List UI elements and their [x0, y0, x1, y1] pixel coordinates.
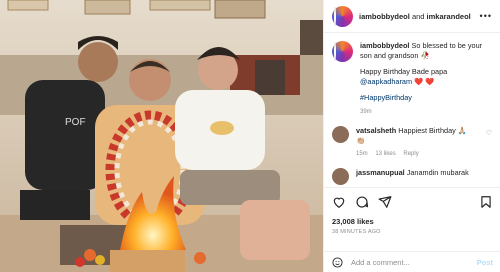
coauthor-link[interactable]: imkarandeol: [427, 12, 471, 21]
caption-hearts: ❤️ ❤️: [414, 77, 435, 86]
save-bookmark-icon[interactable]: [479, 195, 493, 209]
comment-body: vatsalsheth Happiest Birthday 🙏🏼 👏🏼 15m …: [356, 126, 484, 159]
authors-joiner: and: [411, 11, 425, 21]
comment-reply[interactable]: Reply: [403, 151, 418, 157]
comment-text: Happiest Birthday 🙏🏼: [398, 126, 467, 135]
comment-author[interactable]: vatsalsheth: [356, 126, 396, 135]
add-comment-input[interactable]: Add a comment...: [351, 258, 410, 267]
caption-body: iambobbydeol So blessed to be your son a…: [360, 41, 492, 117]
emoji-icon[interactable]: [332, 256, 343, 268]
caption-time[interactable]: 39m: [360, 109, 372, 115]
comments-section[interactable]: iambobbydeol So blessed to be your son a…: [324, 33, 500, 185]
comment-time[interactable]: 15m: [356, 151, 368, 157]
caption: iambobbydeol So blessed to be your son a…: [332, 41, 492, 117]
comment-like-heart-icon[interactable]: ♡: [486, 129, 492, 137]
post-header: iambobbydeol and imkarandeol •••: [324, 0, 500, 33]
comment-item: jassmanupual Janamdin mubarak: [332, 168, 492, 185]
author-avatar[interactable]: [332, 5, 353, 27]
more-options-icon[interactable]: •••: [480, 11, 492, 21]
likes-count[interactable]: 23,008 likes: [332, 217, 493, 226]
like-heart-icon[interactable]: [332, 195, 346, 209]
post-time[interactable]: 38 MINUTES AGO: [332, 229, 493, 235]
comment-text-emoji: 👏🏼: [356, 136, 366, 145]
comment-text: Janamdin mubarak: [406, 168, 469, 177]
comment-avatar[interactable]: [332, 168, 349, 185]
svg-text:POF: POF: [65, 117, 86, 128]
comment-avatar[interactable]: [332, 126, 349, 143]
caption-avatar[interactable]: [332, 41, 353, 62]
caption-hashtag[interactable]: #HappyBirthday: [360, 93, 492, 103]
comment-item: vatsalsheth Happiest Birthday 🙏🏼 👏🏼 15m …: [332, 126, 492, 159]
post-side-panel: iambobbydeol and imkarandeol ••• iambobb…: [323, 0, 500, 272]
comment-composer: Add a comment... Post: [324, 251, 500, 272]
caption-author[interactable]: iambobbydeol: [360, 41, 409, 50]
caption-mention[interactable]: @aapkadharam: [360, 77, 412, 86]
comment-likes[interactable]: 13 likes: [375, 151, 395, 157]
comment-icon[interactable]: [355, 195, 369, 209]
post-comment-button[interactable]: Post: [477, 258, 493, 267]
caption-line2: Happy Birthday Bade papa: [360, 67, 448, 76]
comment-body: jassmanupual Janamdin mubarak: [356, 168, 492, 178]
author-link[interactable]: iambobbydeol: [359, 12, 410, 21]
post-authors: iambobbydeol and imkarandeol: [359, 12, 471, 21]
family-photo-illustration: POF: [0, 0, 323, 272]
share-icon[interactable]: [378, 195, 392, 209]
post-photo[interactable]: POF: [0, 0, 323, 272]
comment-author[interactable]: jassmanupual: [356, 168, 405, 177]
post-actions: 23,008 likes 38 MINUTES AGO: [324, 187, 500, 235]
